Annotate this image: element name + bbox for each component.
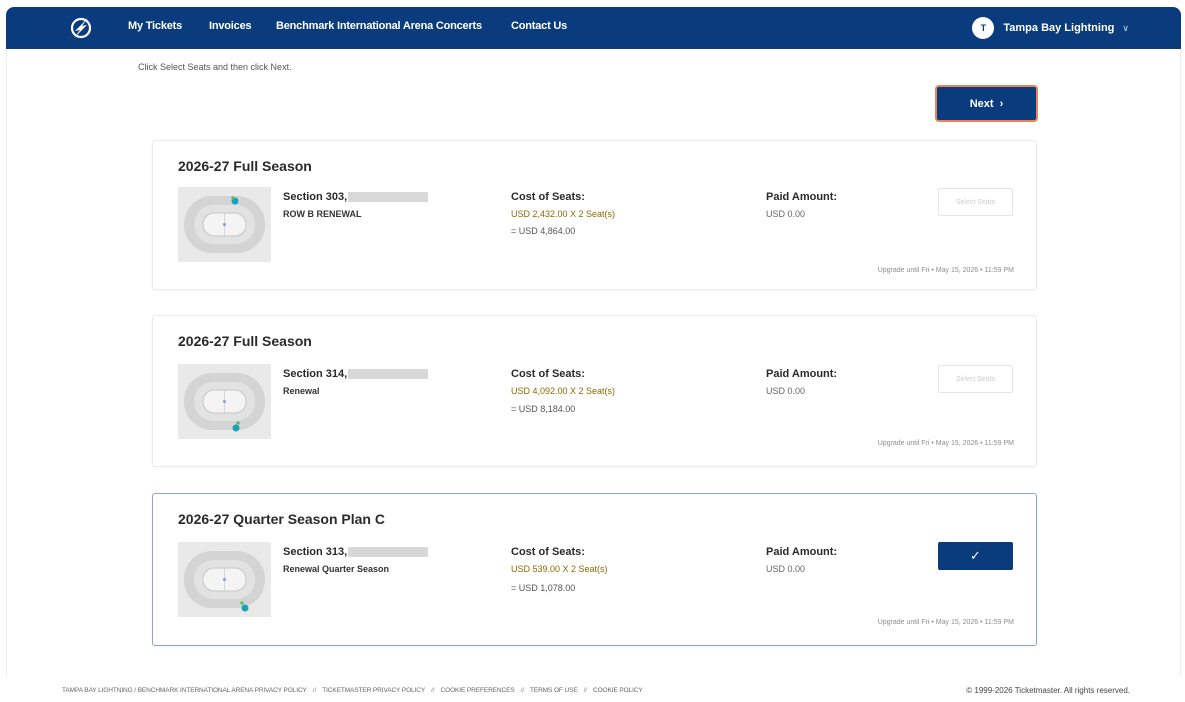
cost-of-seats-label: Cost of Seats: [511, 191, 585, 203]
upgrade-deadline: Upgrade until Fri • May 15, 2026 • 11:59… [877, 619, 1014, 626]
cost-per-seat: USD 4,092.00 X 2 Seat(s) [511, 386, 616, 396]
footer-separator: // [431, 687, 435, 694]
footer-separator: // [520, 687, 525, 694]
redacted-seat-info [348, 547, 429, 557]
section-label: Section 313, [283, 546, 429, 558]
arena-map-icon [178, 542, 271, 617]
account-menu[interactable]: T Tampa Bay Lightning ∨ [972, 16, 1129, 40]
plan-title: 2026-27 Quarter Season Plan C [178, 511, 385, 527]
select-seats-button[interactable]: Select Seats [938, 365, 1013, 393]
seat-map-thumbnail [178, 542, 271, 617]
cost-per-seat: USD 539.00 X 2 Seat(s) [511, 564, 608, 574]
cost-total: = USD 4,864.00 [511, 226, 576, 236]
seat-map-thumbnail [178, 187, 271, 262]
paid-amount-value: USD 0.00 [766, 209, 806, 219]
paid-amount-label: Paid Amount: [766, 191, 838, 203]
plan-card: 2026-27 Full Season Section 303, ROW B R… [152, 140, 1037, 290]
cost-total: = USD 1,078.00 [511, 583, 576, 593]
paid-amount-label: Paid Amount: [766, 546, 838, 558]
section-label: Section 314, [283, 368, 429, 380]
chevron-down-icon: ∨ [1122, 22, 1129, 33]
account-name: Tampa Bay Lightning [1003, 22, 1115, 34]
section-label: Section 303, [283, 191, 429, 203]
plan-card: 2026-27 Quarter Season Plan C Section 31… [152, 493, 1037, 646]
instruction-text: Click Select Seats and then click Next. [138, 62, 292, 72]
cost-of-seats-label: Cost of Seats: [511, 546, 585, 558]
row-label: Renewal [283, 386, 320, 396]
nav-my-tickets[interactable]: My Tickets [128, 20, 182, 32]
top-nav-bar: My Tickets Invoices Benchmark Internatio… [6, 7, 1181, 49]
select-seats-button[interactable]: Select Seats [938, 188, 1013, 216]
footer-separator: // [312, 687, 317, 694]
paid-amount-value: USD 0.00 [766, 386, 806, 396]
cost-per-seat: USD 2,432.00 X 2 Seat(s) [511, 209, 616, 219]
row-label: ROW B RENEWAL [283, 209, 362, 219]
redacted-seat-info [348, 192, 429, 202]
cost-of-seats-label: Cost of Seats: [511, 368, 585, 380]
footer-separator: // [583, 687, 588, 694]
redacted-seat-info [348, 369, 429, 379]
checkmark-icon: ✓ [970, 548, 981, 563]
plan-title: 2026-27 Full Season [178, 333, 312, 349]
chevron-right-icon: › [999, 97, 1004, 110]
next-button[interactable]: Next › [935, 85, 1038, 122]
seat-map-thumbnail [178, 364, 271, 439]
copyright-text: © 1999-2026 Ticketmaster. All rights res… [966, 686, 1130, 695]
paid-amount-label: Paid Amount: [766, 368, 838, 380]
footer-link-cookie-policy[interactable]: COOKIE POLICY [593, 687, 643, 694]
nav-invoices[interactable]: Invoices [209, 20, 252, 32]
plan-card: 2026-27 Full Season Section 314, Renewal… [152, 315, 1037, 467]
arena-map-icon [178, 187, 271, 262]
section-number: Section 314, [283, 368, 348, 380]
paid-amount-value: USD 0.00 [766, 564, 806, 574]
footer-link-arena-privacy[interactable]: TAMPA BAY LIGHTNING / BENCHMARK INTERNAT… [62, 687, 307, 694]
footer-link-terms[interactable]: TERMS OF USE [530, 687, 578, 694]
section-number: Section 313, [283, 546, 348, 558]
avatar: T [972, 17, 995, 39]
footer-link-cookie-preferences[interactable]: COOKIE PREFERENCES [441, 687, 515, 694]
upgrade-deadline: Upgrade until Fri • May 15, 2026 • 11:59… [877, 267, 1014, 274]
row-label: Renewal Quarter Season [283, 564, 390, 574]
plan-title: 2026-27 Full Season [178, 158, 312, 174]
nav-arena-concerts[interactable]: Benchmark International Arena Concerts [276, 20, 482, 32]
lightning-bolt-logo-icon[interactable] [68, 16, 94, 40]
seats-selected-button[interactable]: ✓ [938, 542, 1013, 570]
upgrade-deadline: Upgrade until Fri • May 15, 2026 • 11:59… [877, 440, 1014, 447]
arena-map-icon [178, 364, 271, 439]
section-number: Section 303, [283, 191, 348, 203]
nav-contact-us[interactable]: Contact Us [511, 20, 567, 32]
cost-total: = USD 8,184.00 [511, 404, 576, 414]
footer-links: TAMPA BAY LIGHTNING / BENCHMARK INTERNAT… [62, 687, 643, 694]
next-button-label: Next [969, 97, 994, 110]
footer-link-ticketmaster-privacy[interactable]: TICKETMASTER PRIVACY POLICY [322, 687, 425, 694]
